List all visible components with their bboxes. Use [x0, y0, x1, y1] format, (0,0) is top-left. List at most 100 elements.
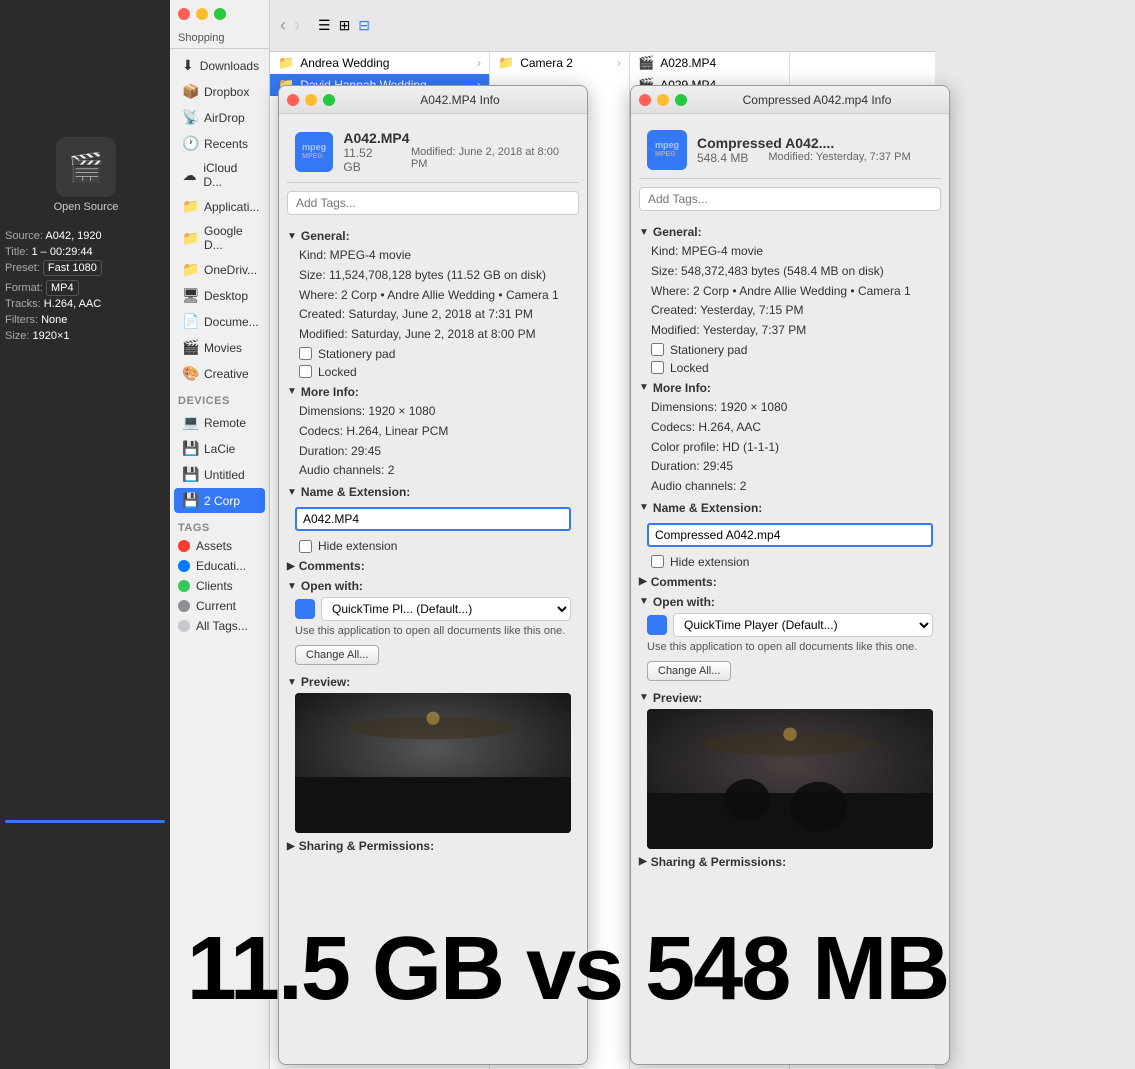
- stationery-checkbox[interactable]: [651, 343, 664, 356]
- file-type-icon: mpeg MPEG: [295, 132, 333, 172]
- maximize-button[interactable]: [323, 94, 335, 106]
- duration-row: Duration: 29:45: [299, 443, 579, 460]
- current-tag-label: Current: [196, 599, 236, 613]
- sharing-label: Sharing & Permissions:: [651, 855, 786, 869]
- name-ext-section[interactable]: ▼ Name & Extension:: [287, 485, 579, 499]
- locked-checkbox[interactable]: [299, 365, 312, 378]
- more-info-label: More Info:: [301, 385, 359, 399]
- original-filename-input[interactable]: [295, 507, 571, 531]
- folder-icon: 📁: [278, 55, 294, 71]
- sharing-section[interactable]: ▶ Sharing & Permissions:: [639, 855, 941, 869]
- info-panel-original: A042.MP4 Info mpeg MPEG A042.MP4 11.52 G…: [278, 85, 588, 1065]
- sidebar-item-label: Google D...: [204, 224, 257, 252]
- columns-icon[interactable]: ⊞: [339, 17, 351, 34]
- sidebar-item-icloud[interactable]: ☁ iCloud D...: [174, 157, 265, 193]
- triangle-icon: ▼: [287, 677, 297, 688]
- open-with-section[interactable]: ▼ Open with:: [287, 579, 579, 593]
- close-button[interactable]: [287, 94, 299, 106]
- compressed-filesize: 548.4 MB: [697, 151, 748, 165]
- compressed-filename-input[interactable]: [647, 523, 933, 547]
- file-label: A028.MP4: [660, 56, 716, 70]
- locked-checkbox[interactable]: [651, 361, 664, 374]
- tag-clients[interactable]: Clients: [170, 576, 269, 596]
- open-with-select[interactable]: QuickTime Player (Default...): [673, 613, 933, 637]
- triangle-icon: ▼: [639, 227, 649, 238]
- comments-section[interactable]: ▶ Comments:: [639, 575, 941, 589]
- desktop-icon: 🖥: [182, 287, 198, 304]
- sidebar-item-label: Dropbox: [204, 85, 249, 99]
- nav-forward-icon[interactable]: ›: [294, 15, 300, 36]
- sidebar-item-untitled[interactable]: 💾 Untitled: [174, 462, 265, 487]
- nav-back-icon[interactable]: ‹: [280, 15, 286, 36]
- shopping-tab[interactable]: Shopping: [178, 32, 225, 44]
- minimize-button[interactable]: [305, 94, 317, 106]
- preview-label: Preview:: [301, 675, 350, 689]
- comments-label: Comments:: [651, 575, 717, 589]
- preview-section[interactable]: ▼ Preview:: [639, 691, 941, 705]
- hide-ext-label: Hide extension: [670, 555, 749, 569]
- change-all-button[interactable]: Change All...: [295, 645, 379, 665]
- sidebar-item-lacie[interactable]: 💾 LaCie: [174, 436, 265, 461]
- general-section[interactable]: ▼ General:: [639, 225, 941, 239]
- general-label: General:: [653, 225, 702, 239]
- hide-ext-checkbox[interactable]: [299, 540, 312, 553]
- triangle-icon: ▼: [639, 596, 649, 607]
- sidebar-item-desktop[interactable]: 🖥 Desktop: [174, 283, 265, 308]
- view-icon[interactable]: ☰: [318, 17, 331, 34]
- sidebar-item-2corp[interactable]: 💾 2 Corp: [174, 488, 265, 513]
- creative-icon: 🎨: [182, 365, 198, 382]
- open-with-section[interactable]: ▼ Open with:: [639, 595, 941, 609]
- documents-icon: 📄: [182, 313, 198, 330]
- sidebar-item-dropbox[interactable]: 📦 Dropbox: [174, 79, 265, 104]
- sidebar-item-movies[interactable]: 🎬 Movies: [174, 335, 265, 360]
- sidebar-item-google[interactable]: 📁 Google D...: [174, 220, 265, 256]
- minimize-button[interactable]: [657, 94, 669, 106]
- close-button[interactable]: [178, 8, 190, 20]
- stationery-row: Stationery pad: [651, 343, 941, 357]
- hide-ext-checkbox[interactable]: [651, 555, 664, 568]
- file-header: mpeg MPEG Compressed A042.... 548.4 MB M…: [639, 122, 941, 179]
- codecs-row: Codecs: H.264, AAC: [651, 419, 941, 436]
- sidebar-item-creative[interactable]: 🎨 Creative: [174, 361, 265, 386]
- preview-section[interactable]: ▼ Preview:: [287, 675, 579, 689]
- sidebar-item-remote[interactable]: 💻 Remote: [174, 410, 265, 435]
- codecs-row: Codecs: H.264, Linear PCM: [299, 423, 579, 440]
- sidebar-item-documents[interactable]: 📄 Docume...: [174, 309, 265, 334]
- more-info-section[interactable]: ▼ More Info:: [639, 381, 941, 395]
- tag-all[interactable]: All Tags...: [170, 616, 269, 636]
- sidebar-item-onedrive[interactable]: 📁 OneDriv...: [174, 257, 265, 282]
- triangle-right-icon: ▶: [287, 561, 295, 572]
- triangle-right-icon: ▶: [287, 841, 295, 852]
- close-button[interactable]: [639, 94, 651, 106]
- maximize-button[interactable]: [214, 8, 226, 20]
- sidebar-item-recents[interactable]: 🕐 Recents: [174, 131, 265, 156]
- open-with-select[interactable]: QuickTime Pl... (Default...): [321, 597, 571, 621]
- tag-assets[interactable]: Assets: [170, 536, 269, 556]
- more-info-section[interactable]: ▼ More Info:: [287, 385, 579, 399]
- general-section[interactable]: ▼ General:: [287, 229, 579, 243]
- stationery-checkbox[interactable]: [299, 347, 312, 360]
- name-ext-label: Name & Extension:: [653, 501, 762, 515]
- change-all-button[interactable]: Change All...: [647, 661, 731, 681]
- sidebar-item-downloads[interactable]: ⬇ Downloads: [174, 53, 265, 78]
- tag-education[interactable]: Educati...: [170, 556, 269, 576]
- comments-section[interactable]: ▶ Comments:: [287, 559, 579, 573]
- sidebar-item-airdrop[interactable]: 📡 AirDrop: [174, 105, 265, 130]
- file-item-camera2[interactable]: 📁 Camera 2 ›: [490, 52, 629, 74]
- finder-toolbar: ‹ › ☰ ⊞ ⊟: [270, 0, 935, 52]
- corp-icon: 💾: [182, 492, 198, 509]
- original-tags-input[interactable]: [287, 191, 579, 215]
- size-row: Size: 548,372,483 bytes (548.4 MB on dis…: [651, 263, 941, 280]
- file-item-a028[interactable]: 🎬 A028.MP4: [630, 52, 789, 74]
- maximize-button[interactable]: [675, 94, 687, 106]
- sharing-section[interactable]: ▶ Sharing & Permissions:: [287, 839, 579, 853]
- tag-current[interactable]: Current: [170, 596, 269, 616]
- compressed-tags-input[interactable]: [639, 187, 941, 211]
- gallery-icon[interactable]: ⊟: [358, 17, 370, 34]
- name-ext-section[interactable]: ▼ Name & Extension:: [639, 501, 941, 515]
- compressed-preview: [647, 709, 933, 849]
- minimize-button[interactable]: [196, 8, 208, 20]
- file-item-andrea[interactable]: 📁 Andrea Wedding ›: [270, 52, 489, 74]
- sidebar-item-applications[interactable]: 📁 Applicati...: [174, 194, 265, 219]
- open-source-section: 🎬 Open Source: [5, 125, 167, 225]
